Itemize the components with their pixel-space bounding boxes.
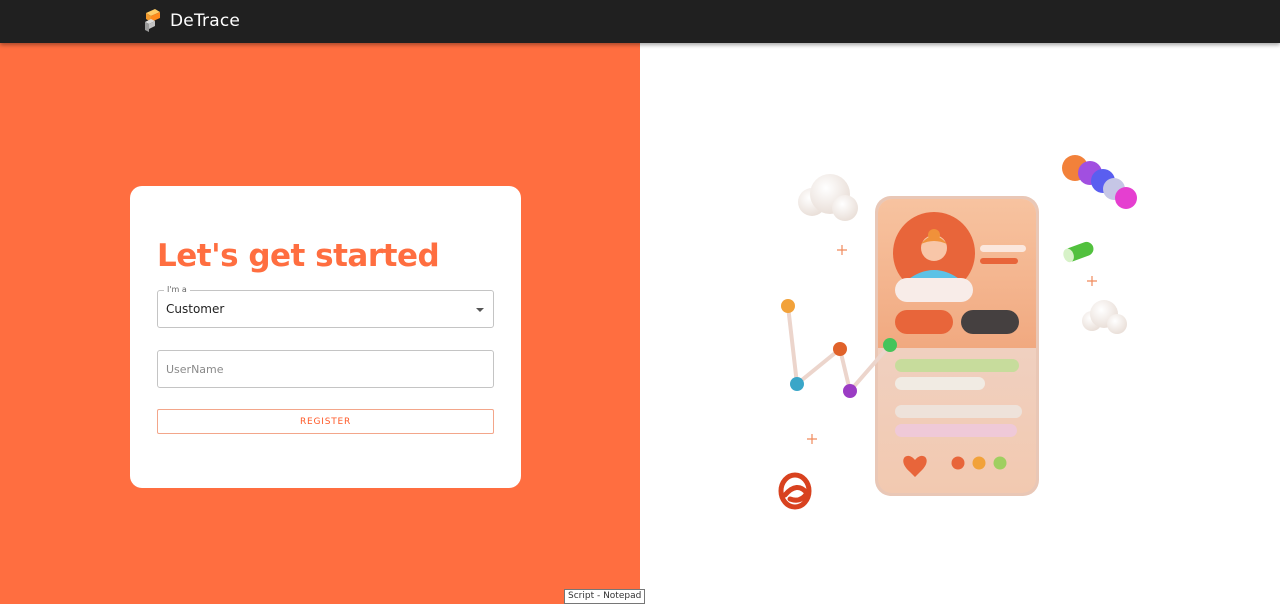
left-panel: Let's get started I'm a Customer REGISTE… (0, 43, 640, 604)
arrow-drop-down-icon[interactable] (476, 308, 484, 312)
username-input[interactable] (157, 350, 494, 388)
phone-mockup (875, 196, 1039, 496)
register-button[interactable]: REGISTER (157, 409, 494, 434)
role-select-value: Customer (166, 302, 225, 316)
green-capsule (1063, 241, 1094, 263)
taskbar-tooltip: Script - Notepad (564, 589, 646, 604)
color-beads (1062, 155, 1137, 209)
brand[interactable]: DeTrace (142, 8, 240, 34)
role-select-label: I'm a (164, 285, 190, 295)
top-navbar: DeTrace (0, 0, 1280, 43)
cloud-right (1082, 300, 1127, 334)
role-select[interactable]: I'm a Customer (157, 285, 494, 328)
phone-profile-illustration (778, 155, 1137, 510)
stacked-blocks-logo-icon (145, 9, 160, 32)
right-panel (640, 43, 1280, 604)
cloud-left (798, 174, 858, 221)
registration-card: Let's get started I'm a Customer REGISTE… (130, 186, 521, 488)
red-squiggle (778, 472, 812, 510)
brand-name: DeTrace (170, 11, 241, 31)
page-title: Let's get started (157, 238, 440, 274)
